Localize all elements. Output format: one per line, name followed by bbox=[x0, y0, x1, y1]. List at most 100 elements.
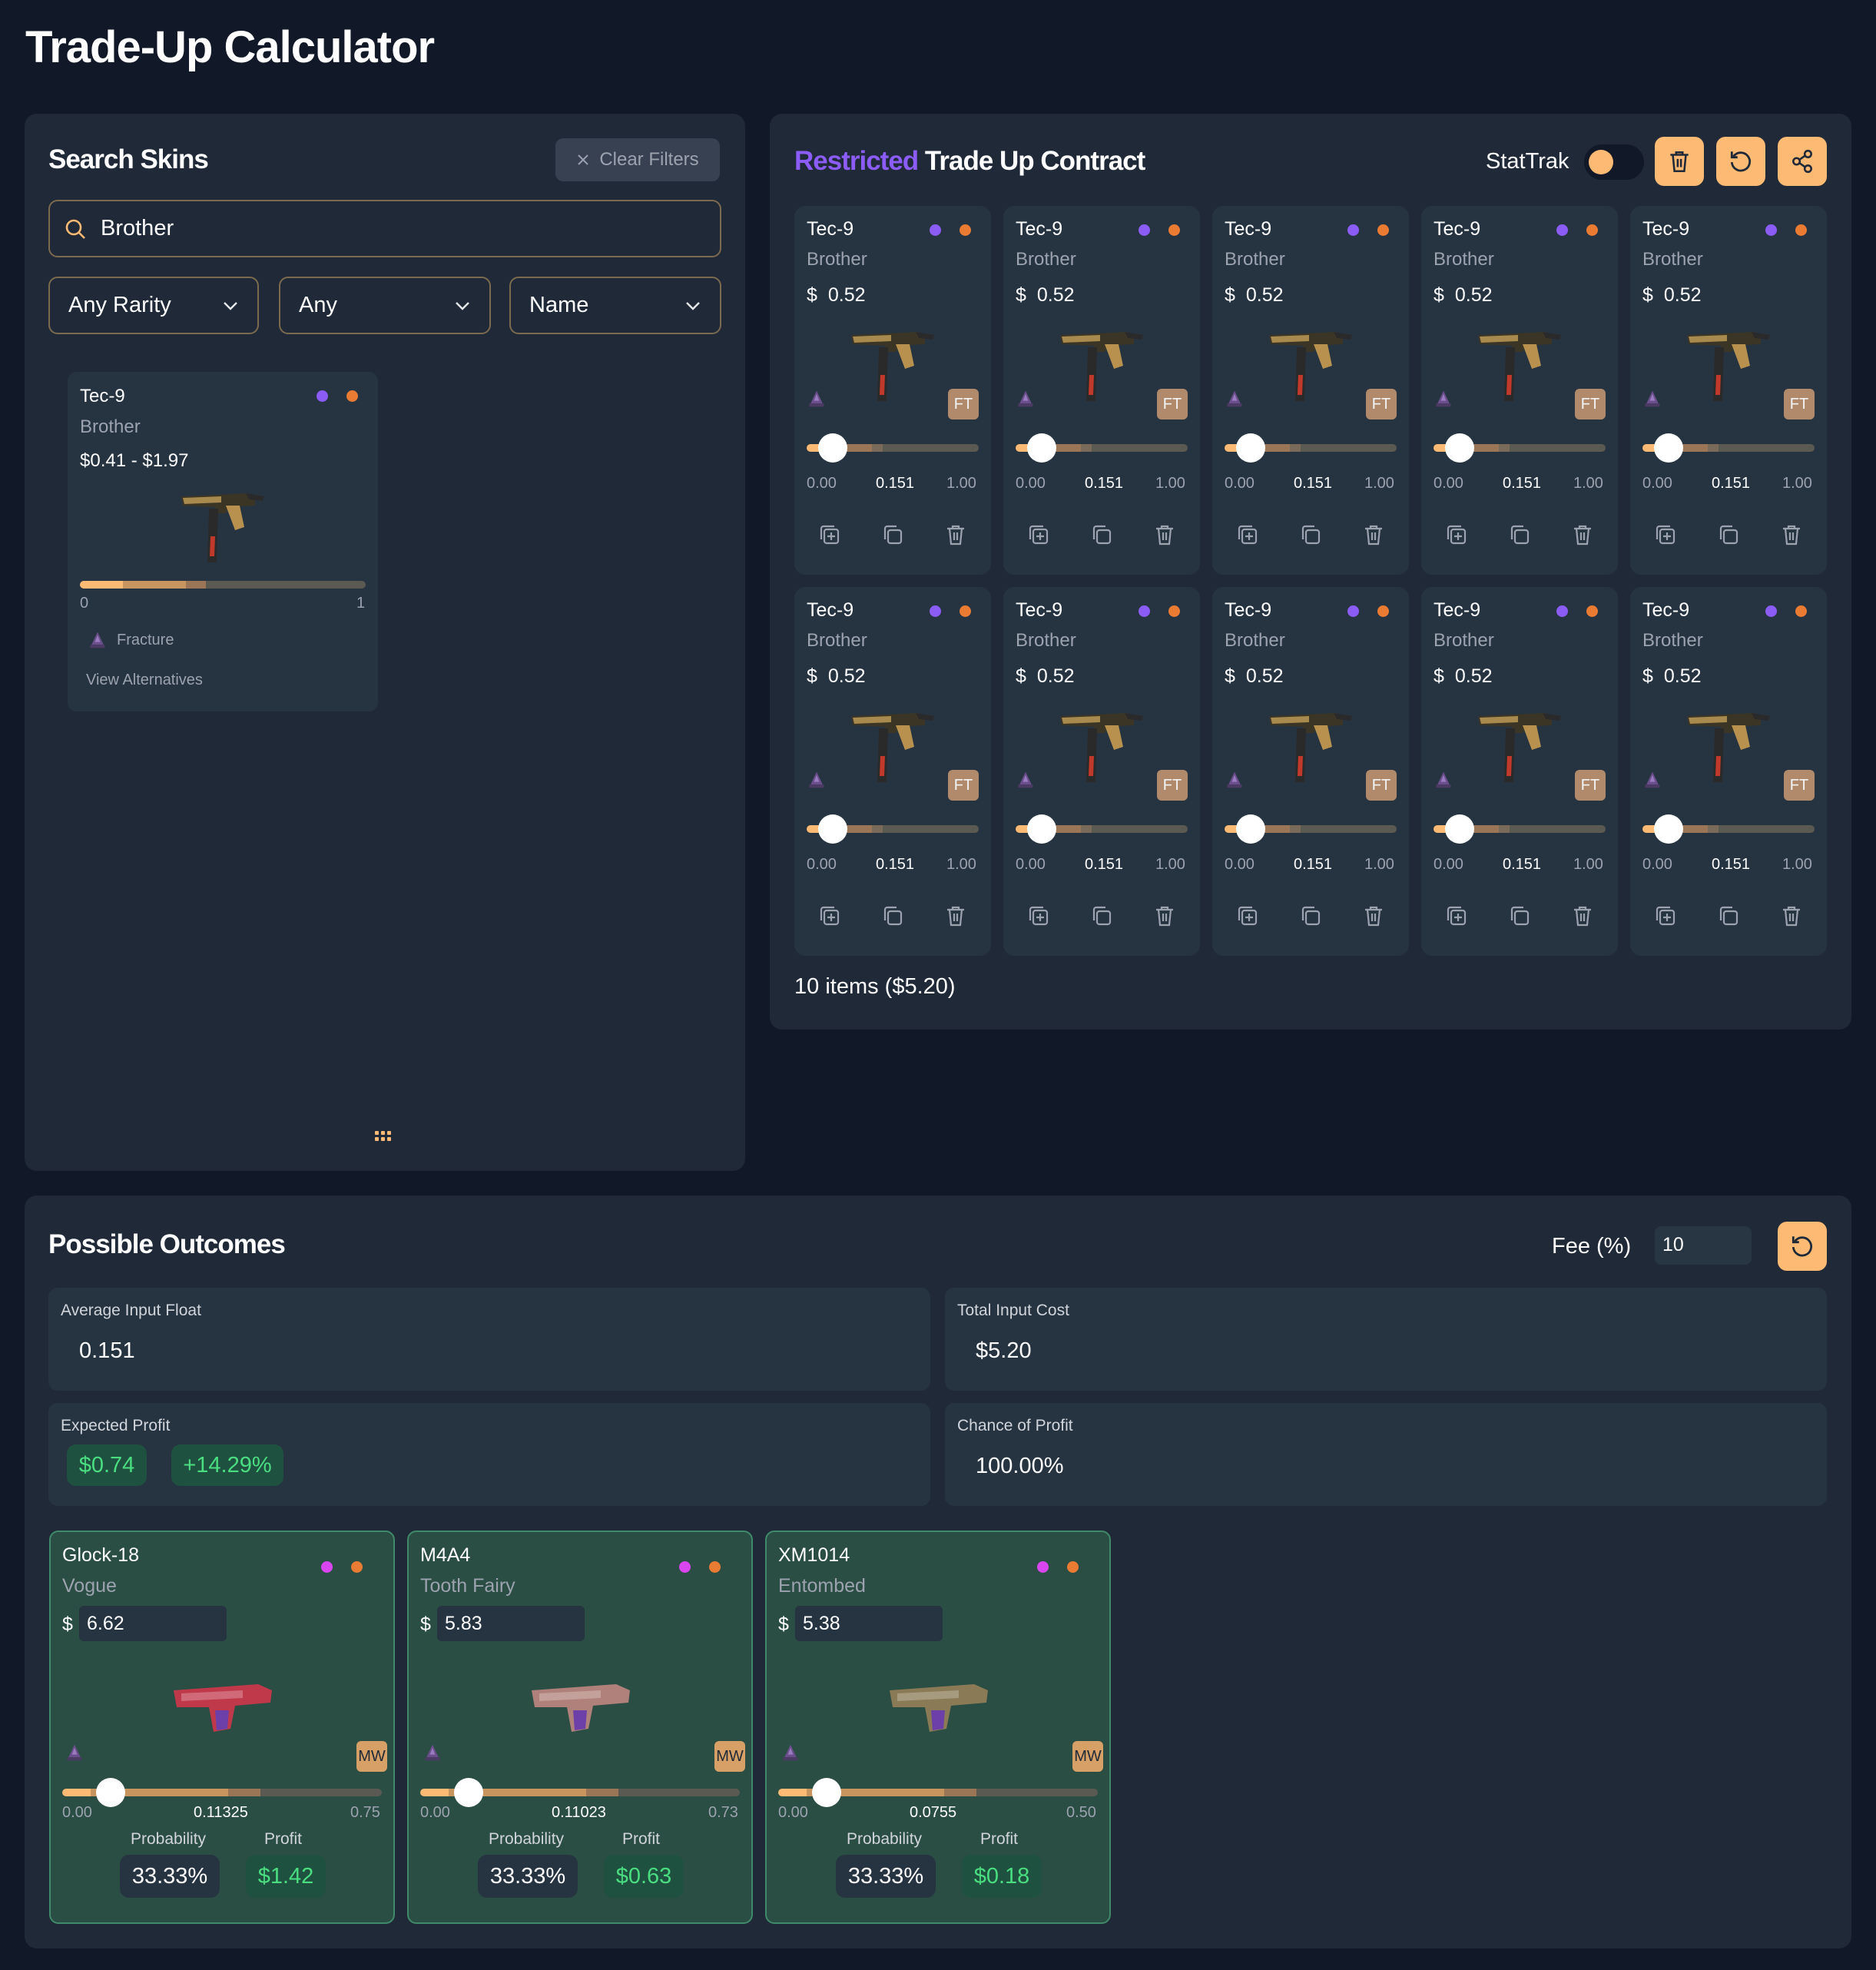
slot-price[interactable]: $0.52 bbox=[1016, 665, 1075, 688]
trash-icon[interactable] bbox=[1361, 522, 1386, 547]
contract-slot[interactable]: Tec-9 Brother $0.52 FT 0.00 0.151 1.00 bbox=[794, 206, 991, 575]
outcome-price-input[interactable]: 6.62 bbox=[79, 1606, 227, 1641]
float-slider-handle[interactable] bbox=[1444, 814, 1474, 844]
duplicate-add-icon[interactable] bbox=[1653, 522, 1678, 547]
duplicate-add-icon[interactable] bbox=[1026, 522, 1051, 547]
contract-slot[interactable]: Tec-9 Brother $0.52 FT 0.00 0.151 1.00 bbox=[1212, 206, 1409, 575]
copy-icon[interactable] bbox=[1507, 522, 1532, 547]
collection-icon bbox=[65, 1743, 85, 1763]
probability-label: Probability bbox=[847, 1830, 923, 1848]
trash-icon[interactable] bbox=[1779, 904, 1804, 928]
copy-icon[interactable] bbox=[880, 522, 905, 547]
wear-badge: MW bbox=[714, 1741, 745, 1772]
float-slider-handle[interactable] bbox=[1026, 814, 1056, 844]
float-slider-handle[interactable] bbox=[1653, 433, 1683, 463]
trash-icon[interactable] bbox=[1152, 904, 1177, 928]
reset-fee-button[interactable] bbox=[1778, 1222, 1827, 1271]
contract-slot[interactable]: Tec-9 Brother $0.52 FT 0.00 0.151 1.00 bbox=[1630, 206, 1827, 575]
trash-icon[interactable] bbox=[1152, 522, 1177, 547]
outcome-skin: Vogue bbox=[62, 1575, 117, 1597]
expected-profit-value: $0.74 bbox=[67, 1444, 147, 1486]
contract-slot[interactable]: Tec-9 Brother $0.52 FT 0.00 0.151 1.00 bbox=[1212, 587, 1409, 956]
outcome-float-value: 0.11325 bbox=[194, 1804, 248, 1821]
search-panel: Search Skins Clear Filters Brother Any R… bbox=[25, 114, 745, 1171]
contract-slot[interactable]: Tec-9 Brother $0.52 FT 0.00 0.151 1.00 bbox=[794, 587, 991, 956]
outcome-card[interactable]: XM1014 Entombed $5.38 MW 0.00 0.0755 0.50 Proba… bbox=[765, 1531, 1111, 1924]
copy-icon[interactable] bbox=[1507, 904, 1532, 928]
clear-filters-button[interactable]: Clear Filters bbox=[555, 138, 720, 181]
copy-icon[interactable] bbox=[1089, 904, 1114, 928]
duplicate-add-icon[interactable] bbox=[1026, 904, 1051, 928]
clear-contract-button[interactable] bbox=[1655, 137, 1704, 186]
trash-icon[interactable] bbox=[1570, 522, 1595, 547]
trash-icon[interactable] bbox=[943, 522, 968, 547]
slot-price[interactable]: $0.52 bbox=[1434, 284, 1493, 307]
duplicate-add-icon[interactable] bbox=[1235, 522, 1260, 547]
contract-slot[interactable]: Tec-9 Brother $0.52 FT 0.00 0.151 1.00 bbox=[1421, 206, 1618, 575]
slot-float-max: 1.00 bbox=[946, 475, 976, 492]
copy-icon[interactable] bbox=[1716, 904, 1741, 928]
copy-icon[interactable] bbox=[1716, 522, 1741, 547]
copy-icon[interactable] bbox=[1298, 904, 1323, 928]
trash-icon[interactable] bbox=[1570, 904, 1595, 928]
outcome-card[interactable]: M4A4 Tooth Fairy $5.83 MW 0.00 0.11023 0.73 Pro… bbox=[407, 1531, 753, 1924]
slot-price[interactable]: $0.52 bbox=[1642, 284, 1702, 307]
float-slider-handle[interactable] bbox=[1235, 814, 1265, 844]
contract-slot[interactable]: Tec-9 Brother $0.52 FT 0.00 0.151 1.00 bbox=[1003, 587, 1200, 956]
wear-select[interactable]: Any bbox=[279, 277, 491, 334]
float-slider-handle[interactable] bbox=[453, 1778, 483, 1807]
float-slider-handle[interactable] bbox=[1026, 433, 1056, 463]
weapon-image bbox=[1472, 702, 1564, 787]
contract-slot[interactable]: Tec-9 Brother $0.52 FT 0.00 0.151 1.00 bbox=[1003, 206, 1200, 575]
trash-icon[interactable] bbox=[943, 904, 968, 928]
resize-handle[interactable] bbox=[375, 1131, 391, 1141]
contract-slot[interactable]: Tec-9 Brother $0.52 FT 0.00 0.151 1.00 bbox=[1421, 587, 1618, 956]
float-slider-handle[interactable] bbox=[817, 814, 847, 844]
slot-price[interactable]: $0.52 bbox=[807, 665, 866, 688]
outcome-price-input[interactable]: 5.83 bbox=[437, 1606, 585, 1641]
outcome-card[interactable]: Glock-18 Vogue $6.62 MW 0.00 0.11325 0.75 Proba… bbox=[49, 1531, 395, 1924]
float-slider-handle[interactable] bbox=[95, 1778, 125, 1807]
float-slider-handle[interactable] bbox=[811, 1778, 841, 1807]
duplicate-add-icon[interactable] bbox=[817, 522, 842, 547]
contract-slot[interactable]: Tec-9 Brother $0.52 FT 0.00 0.151 1.00 bbox=[1630, 587, 1827, 956]
slot-float-min: 0.00 bbox=[1225, 475, 1255, 492]
outcome-price-input[interactable]: 5.38 bbox=[795, 1606, 943, 1641]
float-slider-handle[interactable] bbox=[817, 433, 847, 463]
float-slider-handle[interactable] bbox=[1444, 433, 1474, 463]
slot-price[interactable]: $0.52 bbox=[1642, 665, 1702, 688]
grade-dot bbox=[1586, 605, 1598, 617]
slot-price[interactable]: $0.52 bbox=[1225, 284, 1284, 307]
slot-price-value: 0.52 bbox=[827, 665, 866, 687]
search-input[interactable]: Brother bbox=[48, 200, 721, 257]
slot-price[interactable]: $0.52 bbox=[807, 284, 866, 307]
trash-icon[interactable] bbox=[1779, 522, 1804, 547]
slot-price[interactable]: $0.52 bbox=[1225, 665, 1284, 688]
copy-icon[interactable] bbox=[1298, 522, 1323, 547]
duplicate-add-icon[interactable] bbox=[1444, 904, 1469, 928]
slot-float-min: 0.00 bbox=[1434, 475, 1463, 492]
probability-value: 33.33% bbox=[120, 1855, 220, 1898]
copy-icon[interactable] bbox=[880, 904, 905, 928]
sort-select[interactable]: Name bbox=[509, 277, 721, 334]
slot-price[interactable]: $0.52 bbox=[1434, 665, 1493, 688]
stattrak-toggle[interactable] bbox=[1584, 144, 1644, 180]
trash-icon[interactable] bbox=[1361, 904, 1386, 928]
duplicate-add-icon[interactable] bbox=[817, 904, 842, 928]
duplicate-add-icon[interactable] bbox=[1653, 904, 1678, 928]
slot-weapon: Tec-9 bbox=[1016, 218, 1063, 240]
result-weapon: Tec-9 bbox=[80, 386, 125, 406]
rarity-dot bbox=[679, 1561, 691, 1573]
float-slider-handle[interactable] bbox=[1235, 433, 1265, 463]
float-slider-handle[interactable] bbox=[1653, 814, 1683, 844]
slot-price[interactable]: $0.52 bbox=[1016, 284, 1075, 307]
search-result-card[interactable]: Tec-9 Brother $0.41 - $1.97 0 1 Fracture… bbox=[68, 372, 378, 711]
fee-input[interactable]: 10 bbox=[1655, 1226, 1752, 1265]
share-contract-button[interactable] bbox=[1778, 137, 1827, 186]
copy-icon[interactable] bbox=[1089, 522, 1114, 547]
duplicate-add-icon[interactable] bbox=[1444, 522, 1469, 547]
duplicate-add-icon[interactable] bbox=[1235, 904, 1260, 928]
reset-contract-button[interactable] bbox=[1716, 137, 1765, 186]
rarity-select[interactable]: Any Rarity bbox=[48, 277, 259, 334]
view-alternatives-link[interactable]: View Alternatives bbox=[86, 672, 203, 689]
